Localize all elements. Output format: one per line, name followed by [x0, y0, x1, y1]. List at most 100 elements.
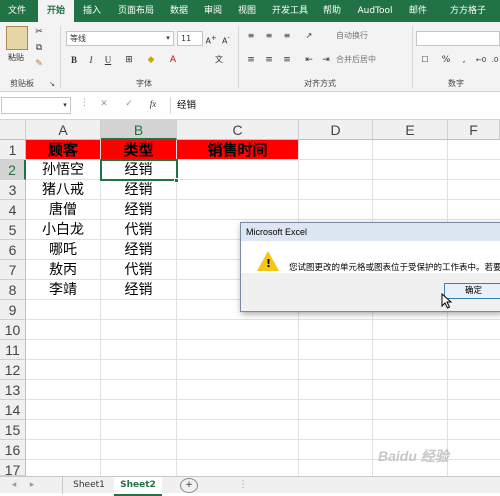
align-bottom-icon[interactable]: ≡ — [280, 30, 294, 42]
align-middle-icon[interactable]: ≡ — [262, 30, 276, 42]
row-header[interactable]: 4 — [0, 200, 26, 220]
row-header[interactable]: 13 — [0, 380, 26, 400]
underline-button[interactable]: U — [102, 54, 114, 66]
cell-b1[interactable]: 类型 — [101, 140, 177, 160]
tab-insert[interactable]: 插入 — [78, 0, 106, 22]
table-cell[interactable]: 猪八戒 — [26, 180, 101, 200]
outdent-icon[interactable]: ⇥ — [319, 54, 333, 66]
tab-developer[interactable]: 开发工具 — [267, 0, 313, 22]
tab-view[interactable]: 视图 — [233, 0, 261, 22]
dialog-launcher-icon[interactable]: ↘ — [48, 78, 56, 90]
format-painter-icon[interactable]: ✎ — [33, 58, 45, 70]
tab-ffcell[interactable]: 方方格子 — [438, 0, 498, 22]
table-cell[interactable]: 代销 — [101, 260, 177, 280]
align-center-icon[interactable]: ≡ — [262, 54, 276, 66]
row-header[interactable]: 12 — [0, 360, 26, 380]
currency-icon[interactable]: ☐ — [418, 54, 432, 66]
column-header-b[interactable]: B — [101, 120, 177, 140]
cancel-icon[interactable]: ✕ — [97, 98, 111, 110]
cut-icon[interactable]: ✂ — [33, 26, 45, 38]
warning-exclaim: ! — [266, 257, 272, 270]
add-sheet-icon[interactable]: + — [180, 478, 198, 493]
align-left-icon[interactable]: ≡ — [244, 54, 258, 66]
row-header[interactable]: 11 — [0, 340, 26, 360]
row-header[interactable]: 15 — [0, 420, 26, 440]
font-color-icon[interactable]: A — [166, 54, 180, 66]
row-header[interactable]: 8 — [0, 280, 26, 300]
scroll-left-icon[interactable]: ◂ — [8, 477, 20, 494]
font-size-select[interactable]: 11 — [177, 31, 203, 46]
more-dots-icon[interactable]: ⋮ — [238, 477, 248, 494]
row-header[interactable]: 7 — [0, 260, 26, 280]
column-header-f[interactable]: F — [448, 120, 500, 140]
chevron-down-icon[interactable]: ▾ — [60, 99, 70, 111]
tab-data[interactable]: 数据 — [165, 0, 193, 22]
column-header-a[interactable]: A — [26, 120, 101, 140]
row-header[interactable]: 5 — [0, 220, 26, 240]
cell-c1[interactable]: 销售时间 — [177, 140, 299, 160]
row-header[interactable]: 2 — [0, 160, 26, 180]
table-cell[interactable]: 经销 — [101, 280, 177, 300]
row-header[interactable]: 16 — [0, 440, 26, 460]
row-header[interactable]: 10 — [0, 320, 26, 340]
tab-mail[interactable]: 邮件 — [404, 0, 432, 22]
scroll-right-icon[interactable]: ▸ — [26, 477, 38, 494]
sheet-tab-sheet2[interactable]: Sheet2 — [114, 477, 162, 496]
cell-a1[interactable]: 顾客 — [26, 140, 101, 160]
paste-icon[interactable] — [6, 26, 28, 50]
borders-icon[interactable]: ⊞ — [122, 54, 136, 66]
chevron-down-icon[interactable]: ▾ — [163, 32, 173, 44]
bold-button[interactable]: B — [68, 54, 80, 66]
table-cell[interactable]: 经销 — [101, 240, 177, 260]
formula-input[interactable]: 经销 — [171, 97, 500, 114]
row-header[interactable]: 17 — [0, 460, 26, 478]
table-cell[interactable]: 哪吒 — [26, 240, 101, 260]
paste-button[interactable]: 粘贴 — [4, 52, 28, 64]
grow-font-icon[interactable]: A+ — [205, 32, 217, 48]
merge-center-button[interactable]: 合并后居中 — [336, 54, 404, 66]
row-header[interactable]: 3 — [0, 180, 26, 200]
align-right-icon[interactable]: ≡ — [280, 54, 294, 66]
tab-audtool[interactable]: AudTool — [352, 0, 398, 22]
tab-file[interactable]: 文件 — [0, 0, 34, 22]
table-cell[interactable]: 经销 — [101, 180, 177, 200]
increase-decimal-icon[interactable]: ←0 — [474, 54, 488, 66]
table-cell[interactable]: 敖丙 — [26, 260, 101, 280]
row-header[interactable]: 1 — [0, 140, 26, 160]
indent-icon[interactable]: ⇤ — [302, 54, 316, 66]
table-cell[interactable]: 代销 — [101, 220, 177, 240]
tab-help[interactable]: 帮助 — [318, 0, 346, 22]
tab-home[interactable]: 开始 — [38, 0, 74, 22]
table-cell[interactable]: 李靖 — [26, 280, 101, 300]
copy-icon[interactable]: ⧉ — [33, 42, 45, 54]
wrap-text-button[interactable]: 自动换行 — [336, 30, 396, 42]
tab-page-layout[interactable]: 页面布局 — [112, 0, 160, 22]
enter-icon[interactable]: ✓ — [122, 98, 136, 110]
comma-button[interactable]: , — [458, 54, 470, 66]
number-format-select[interactable] — [416, 31, 500, 46]
percent-button[interactable]: % — [440, 54, 452, 66]
align-top-icon[interactable]: ≡ — [244, 30, 258, 42]
table-cell[interactable]: 经销 — [101, 200, 177, 220]
insert-function-icon[interactable]: fx — [146, 98, 160, 110]
column-header-d[interactable]: D — [299, 120, 373, 140]
table-cell[interactable]: 唐僧 — [26, 200, 101, 220]
font-name-select[interactable]: 等线 — [66, 31, 174, 46]
row-header[interactable]: 14 — [0, 400, 26, 420]
column-header-c[interactable]: C — [177, 120, 299, 140]
phonetic-icon[interactable]: 文 — [212, 54, 226, 66]
select-all-corner[interactable] — [0, 120, 26, 140]
shrink-font-icon[interactable]: A- — [220, 32, 232, 48]
row-header[interactable]: 6 — [0, 240, 26, 260]
fill-handle[interactable] — [174, 178, 179, 183]
orientation-icon[interactable]: ↗ — [302, 30, 316, 42]
table-cell[interactable]: 孙悟空 — [26, 160, 101, 180]
tab-review[interactable]: 审阅 — [199, 0, 227, 22]
decrease-decimal-icon[interactable]: .0 — [490, 54, 500, 66]
column-header-e[interactable]: E — [373, 120, 448, 140]
fill-color-icon[interactable]: ◆ — [144, 54, 158, 66]
sheet-tab-sheet1[interactable]: Sheet1 — [62, 477, 116, 494]
italic-button[interactable]: I — [85, 54, 97, 66]
row-header[interactable]: 9 — [0, 300, 26, 320]
table-cell[interactable]: 小白龙 — [26, 220, 101, 240]
